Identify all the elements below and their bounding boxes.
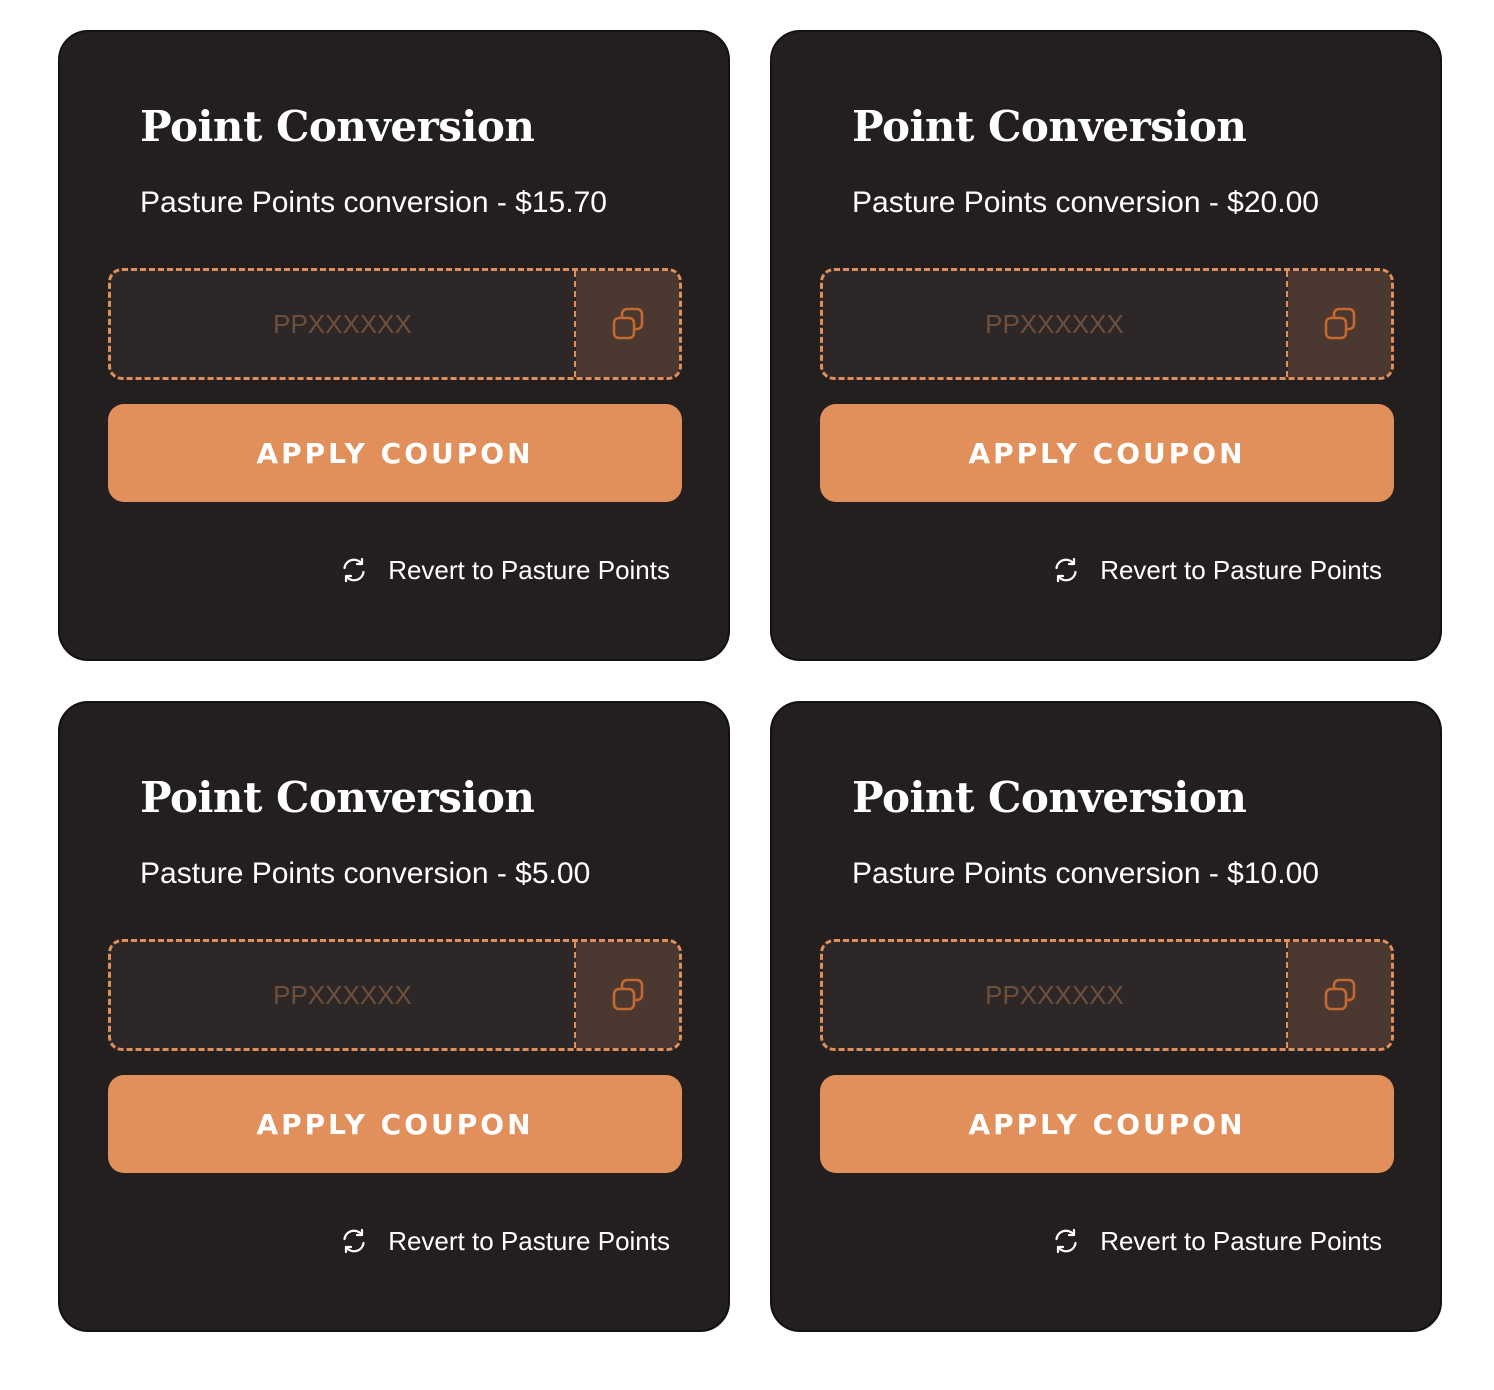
revert-to-pasture-points-link[interactable]: Revert to Pasture Points	[340, 550, 670, 590]
point-conversion-card: Point Conversion Pasture Points conversi…	[770, 701, 1442, 1332]
revert-to-pasture-points-link[interactable]: Revert to Pasture Points	[1052, 550, 1382, 590]
refresh-icon	[340, 556, 368, 584]
coupon-code: PPXXXXXX	[111, 942, 576, 1048]
apply-coupon-button[interactable]: APPLY COUPON	[820, 404, 1394, 502]
apply-coupon-button[interactable]: APPLY COUPON	[820, 1075, 1394, 1173]
card-title: Point Conversion	[852, 102, 1247, 151]
copy-icon	[610, 306, 646, 342]
copy-coupon-button[interactable]	[576, 271, 679, 377]
revert-label: Revert to Pasture Points	[1100, 554, 1382, 585]
point-conversion-card: Point Conversion Pasture Points conversi…	[58, 30, 730, 661]
coupon-code-box: PPXXXXXX	[820, 939, 1394, 1051]
copy-coupon-button[interactable]	[576, 942, 679, 1048]
point-conversion-card-grid: Point Conversion Pasture Points conversi…	[0, 0, 1494, 1390]
coupon-code-box: PPXXXXXX	[820, 268, 1394, 380]
refresh-icon	[1052, 556, 1080, 584]
revert-label: Revert to Pasture Points	[1100, 1225, 1382, 1256]
point-conversion-card: Point Conversion Pasture Points conversi…	[770, 30, 1442, 661]
card-title: Point Conversion	[852, 773, 1247, 822]
apply-coupon-button[interactable]: APPLY COUPON	[108, 1075, 682, 1173]
conversion-amount: Pasture Points conversion - $5.00	[140, 857, 591, 890]
conversion-amount: Pasture Points conversion - $15.70	[140, 186, 607, 219]
coupon-code: PPXXXXXX	[823, 271, 1288, 377]
revert-to-pasture-points-link[interactable]: Revert to Pasture Points	[1052, 1221, 1382, 1261]
copy-coupon-button[interactable]	[1288, 271, 1391, 377]
refresh-icon	[1052, 1227, 1080, 1255]
conversion-amount: Pasture Points conversion - $20.00	[852, 186, 1319, 219]
revert-label: Revert to Pasture Points	[388, 554, 670, 585]
apply-coupon-button[interactable]: APPLY COUPON	[108, 404, 682, 502]
copy-icon	[1322, 306, 1358, 342]
coupon-code-box: PPXXXXXX	[108, 939, 682, 1051]
coupon-code-box: PPXXXXXX	[108, 268, 682, 380]
copy-coupon-button[interactable]	[1288, 942, 1391, 1048]
point-conversion-card: Point Conversion Pasture Points conversi…	[58, 701, 730, 1332]
refresh-icon	[340, 1227, 368, 1255]
card-title: Point Conversion	[140, 102, 535, 151]
card-title: Point Conversion	[140, 773, 535, 822]
conversion-amount: Pasture Points conversion - $10.00	[852, 857, 1319, 890]
coupon-code: PPXXXXXX	[823, 942, 1288, 1048]
copy-icon	[1322, 977, 1358, 1013]
copy-icon	[610, 977, 646, 1013]
revert-to-pasture-points-link[interactable]: Revert to Pasture Points	[340, 1221, 670, 1261]
coupon-code: PPXXXXXX	[111, 271, 576, 377]
revert-label: Revert to Pasture Points	[388, 1225, 670, 1256]
